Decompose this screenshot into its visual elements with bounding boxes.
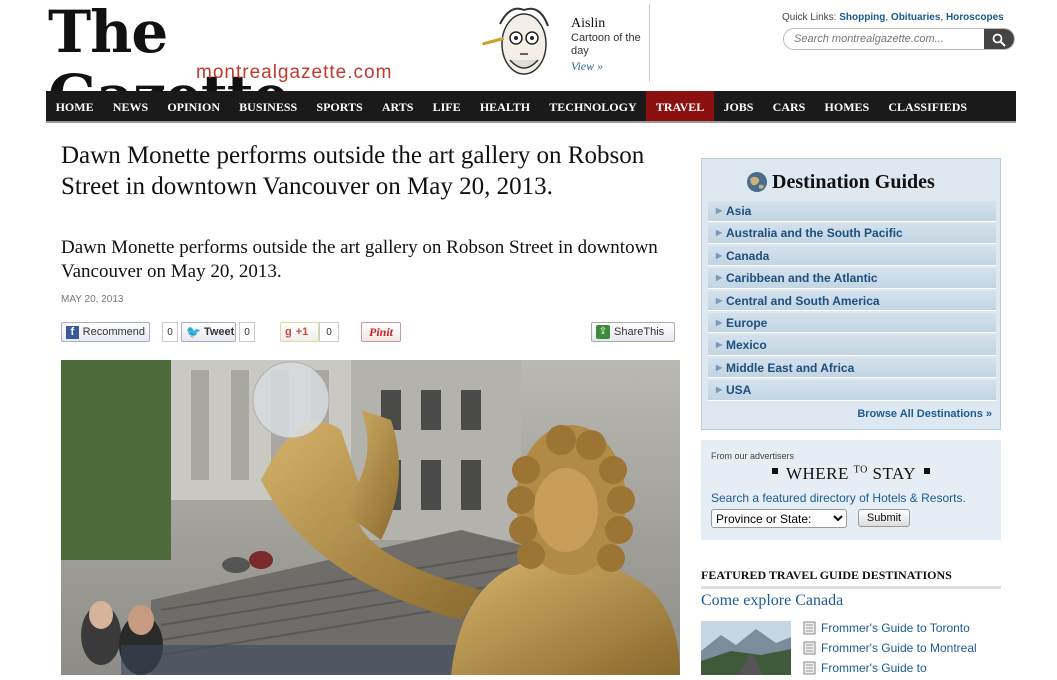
destination-australia[interactable]: ▶ Australia and the South Pacific xyxy=(708,223,996,244)
frommers-guides: Frommer's Guide to Toronto Frommer's Gui… xyxy=(803,620,1003,680)
destination-middle-east-africa[interactable]: ▶ Middle East and Africa xyxy=(708,357,996,379)
destination-usa[interactable]: ▶ USA xyxy=(708,380,996,401)
arrow-right-icon: ▶ xyxy=(716,340,723,350)
site-url: montrealgazette.com xyxy=(196,62,393,83)
destination-europe[interactable]: ▶ Europe xyxy=(708,312,996,334)
browse-all-destinations-link[interactable]: Browse All Destinations » xyxy=(857,408,992,420)
document-icon xyxy=(803,641,816,655)
guide-link[interactable]: Frommer's Guide to xyxy=(803,660,1003,680)
nav-cars[interactable]: CARS xyxy=(763,91,815,121)
globe-icon xyxy=(747,172,767,192)
gplus-count: 0 xyxy=(319,322,339,342)
destination-mexico[interactable]: ▶ Mexico xyxy=(708,335,996,356)
search-box xyxy=(783,28,1015,50)
destination-guides-title: Destination Guides xyxy=(772,171,935,193)
pin-label: Pinit xyxy=(368,324,393,339)
gplus-label: +1 xyxy=(295,326,309,338)
pinterest-button[interactable]: Pinit xyxy=(361,322,401,342)
quick-links: Quick Links: Shopping, Obituaries, Horos… xyxy=(782,12,1004,23)
cartoon-of-the-day[interactable]: Aislin Cartoon of the day View » xyxy=(480,4,650,82)
where-to-stay-title: WHERE TO STAY xyxy=(701,464,1001,484)
cartoonist-name: Aislin xyxy=(571,16,606,31)
search-input[interactable] xyxy=(792,31,982,47)
tweet-count: 0 xyxy=(239,322,255,342)
twitter-bird-icon: 🐦 xyxy=(186,325,201,339)
nav-business[interactable]: BUSINESS xyxy=(230,91,307,121)
bullet-square-icon xyxy=(771,468,778,474)
photo-illustration xyxy=(61,360,680,675)
destination-caribbean[interactable]: ▶ Caribbean and the Atlantic xyxy=(708,268,996,289)
nav-health[interactable]: HEALTH xyxy=(470,91,539,121)
site-logo[interactable]: The Gazette montrealgazette.com xyxy=(46,0,426,128)
cartoon-face-icon xyxy=(482,7,549,75)
nav-opinion[interactable]: OPINION xyxy=(158,91,230,121)
share-icon: ⇪ xyxy=(596,325,610,339)
recommend-label: Recommend xyxy=(82,326,145,338)
province-select[interactable]: Province or State: xyxy=(711,509,847,528)
arrow-right-icon: ▶ xyxy=(716,273,723,283)
search-icon xyxy=(992,33,1006,47)
document-icon xyxy=(803,661,816,675)
cartoon-view-link[interactable]: View » xyxy=(571,59,603,74)
facebook-recommend-button[interactable]: f Recommend xyxy=(61,322,150,342)
where-to-stay-description: Search a featured directory of Hotels & … xyxy=(711,491,966,505)
sharethis-label: ShareThis xyxy=(614,326,665,338)
tweet-button[interactable]: 🐦 Tweet xyxy=(181,322,236,342)
advertiser-label: From our advertisers xyxy=(711,451,795,461)
nav-technology[interactable]: TECHNOLOGY xyxy=(540,91,647,121)
main-nav: HOME NEWS OPINION BUSINESS SPORTS ARTS L… xyxy=(46,91,1016,123)
nav-life[interactable]: LIFE xyxy=(423,91,470,121)
cartoon-subtitle: Cartoon of the day xyxy=(571,32,641,57)
share-bar: f Recommend 0 🐦 Tweet 0 g +1 0 Pinit ⇪ S… xyxy=(61,322,681,342)
featured-heading: FEATURED TRAVEL GUIDE DESTINATIONS xyxy=(701,568,1001,589)
arrow-right-icon: ▶ xyxy=(716,295,723,305)
nav-travel[interactable]: TRAVEL xyxy=(646,91,714,121)
canada-thumbnail[interactable] xyxy=(701,621,791,675)
recommend-count: 0 xyxy=(162,322,178,342)
guide-toronto-link[interactable]: Frommer's Guide to Toronto xyxy=(803,620,1003,640)
come-explore-canada-link[interactable]: Come explore Canada xyxy=(701,592,843,610)
google-plus-button[interactable]: g +1 xyxy=(280,322,319,342)
guide-montreal-link[interactable]: Frommer's Guide to Montreal xyxy=(803,640,1003,660)
submit-button[interactable]: Submit xyxy=(858,509,910,527)
destination-canada[interactable]: ▶ Canada xyxy=(708,245,996,267)
document-icon xyxy=(803,621,816,635)
quick-links-label: Quick Links: xyxy=(782,12,837,23)
arrow-right-icon: ▶ xyxy=(716,317,723,327)
where-to-stay: From our advertisers WHERE TO STAY Searc… xyxy=(701,440,1001,540)
destination-central-south-america[interactable]: ▶ Central and South America xyxy=(708,290,996,312)
search-button[interactable] xyxy=(984,29,1014,49)
nav-home[interactable]: HOME xyxy=(46,91,103,121)
nav-sports[interactable]: SPORTS xyxy=(307,91,372,121)
facebook-icon: f xyxy=(66,325,79,339)
article-deck: Dawn Monette performs outside the art ga… xyxy=(61,237,658,282)
article-headline: Dawn Monette performs outside the art ga… xyxy=(61,142,645,200)
arrow-right-icon: ▶ xyxy=(716,206,723,215)
nav-homes[interactable]: HOMES xyxy=(815,91,879,121)
nav-news[interactable]: NEWS xyxy=(103,91,158,121)
arrow-right-icon: ▶ xyxy=(716,228,723,238)
article-photo xyxy=(61,360,680,675)
sharethis-button[interactable]: ⇪ ShareThis xyxy=(591,322,675,342)
article-date: MAY 20, 2013 xyxy=(61,294,124,305)
nav-classifieds[interactable]: CLASSIFIEDS xyxy=(879,91,977,121)
arrow-right-icon: ▶ xyxy=(716,385,723,395)
nav-arts[interactable]: ARTS xyxy=(372,91,423,121)
quick-link-shopping[interactable]: Shopping xyxy=(839,12,885,23)
nav-jobs[interactable]: JOBS xyxy=(714,91,763,121)
quick-link-horoscopes[interactable]: Horoscopes xyxy=(946,12,1004,23)
destination-guides: Destination Guides ▶ Asia ▶ Australia and … xyxy=(701,158,1001,430)
arrow-right-icon: ▶ xyxy=(716,362,723,372)
arrow-right-icon: ▶ xyxy=(716,250,723,260)
destination-asia[interactable]: ▶ Asia xyxy=(708,201,996,222)
google-icon: g xyxy=(285,326,292,338)
bullet-square-icon xyxy=(924,468,931,474)
quick-link-obituaries[interactable]: Obituaries xyxy=(891,12,940,23)
mountain-road-image xyxy=(701,621,791,675)
tweet-label: Tweet xyxy=(203,326,235,338)
